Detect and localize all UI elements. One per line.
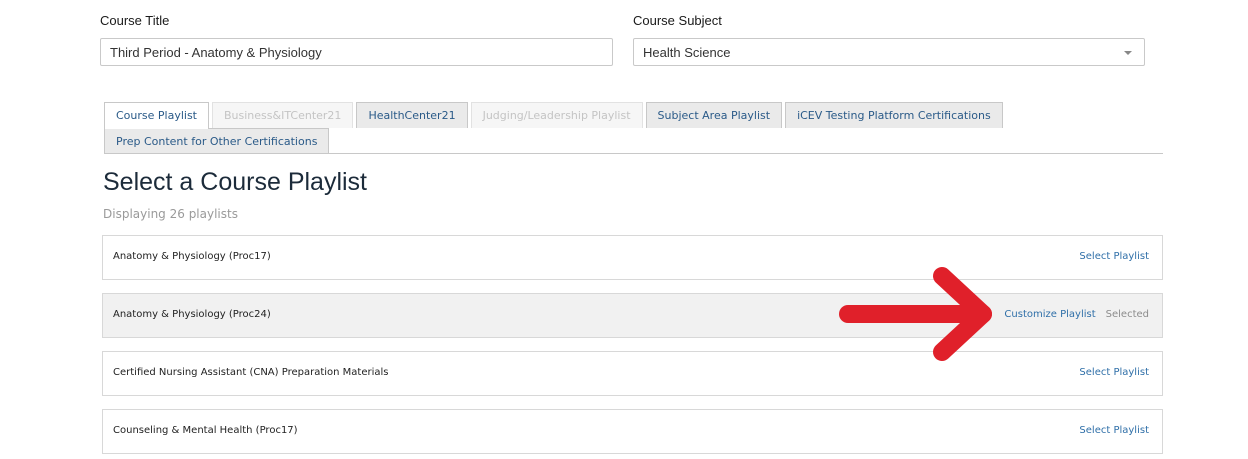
playlist-name: Anatomy & Physiology (Proc17) <box>113 251 271 262</box>
course-title-input[interactable]: Third Period - Anatomy & Physiology <box>100 38 613 66</box>
course-title-label: Course Title <box>100 13 170 28</box>
playlist-name: Anatomy & Physiology (Proc24) <box>113 309 271 320</box>
select-playlist-link[interactable]: Select Playlist <box>1079 251 1149 262</box>
tabs-divider <box>104 153 1163 154</box>
tab-icev-testing-platform-certifications[interactable]: iCEV Testing Platform Certifications <box>785 102 1003 128</box>
playlist-row: Counseling & Mental Health (Proc17) Sele… <box>102 409 1163 454</box>
tab-course-playlist[interactable]: Course Playlist <box>104 102 209 129</box>
course-subject-label: Course Subject <box>633 13 722 28</box>
page-title: Select a Course Playlist <box>103 168 368 196</box>
customize-playlist-link[interactable]: Customize Playlist <box>1004 309 1095 320</box>
chevron-down-icon <box>1124 51 1132 55</box>
course-subject-value: Health Science <box>643 45 731 60</box>
playlist-name: Certified Nursing Assistant (CNA) Prepar… <box>113 367 389 378</box>
tab-business-itcenter21[interactable]: Business&ITCenter21 <box>212 102 354 128</box>
tab-judging-leadership-playlist[interactable]: Judging/Leadership Playlist <box>470 102 643 128</box>
red-arrow-icon <box>839 267 992 361</box>
selected-status: Selected <box>1105 309 1149 320</box>
select-playlist-link[interactable]: Select Playlist <box>1079 367 1149 378</box>
tab-healthcenter21[interactable]: HealthCenter21 <box>356 102 468 128</box>
playlist-name: Counseling & Mental Health (Proc17) <box>113 425 298 436</box>
tab-subject-area-playlist[interactable]: Subject Area Playlist <box>645 102 783 128</box>
playlist-count: Displaying 26 playlists <box>103 207 238 221</box>
tab-prep-content-other-certifications[interactable]: Prep Content for Other Certifications <box>104 128 330 154</box>
playlist-tabs: Course Playlist Business&ITCenter21 Heal… <box>104 102 1164 154</box>
select-playlist-link[interactable]: Select Playlist <box>1079 425 1149 436</box>
course-subject-select[interactable]: Health Science <box>633 38 1145 66</box>
